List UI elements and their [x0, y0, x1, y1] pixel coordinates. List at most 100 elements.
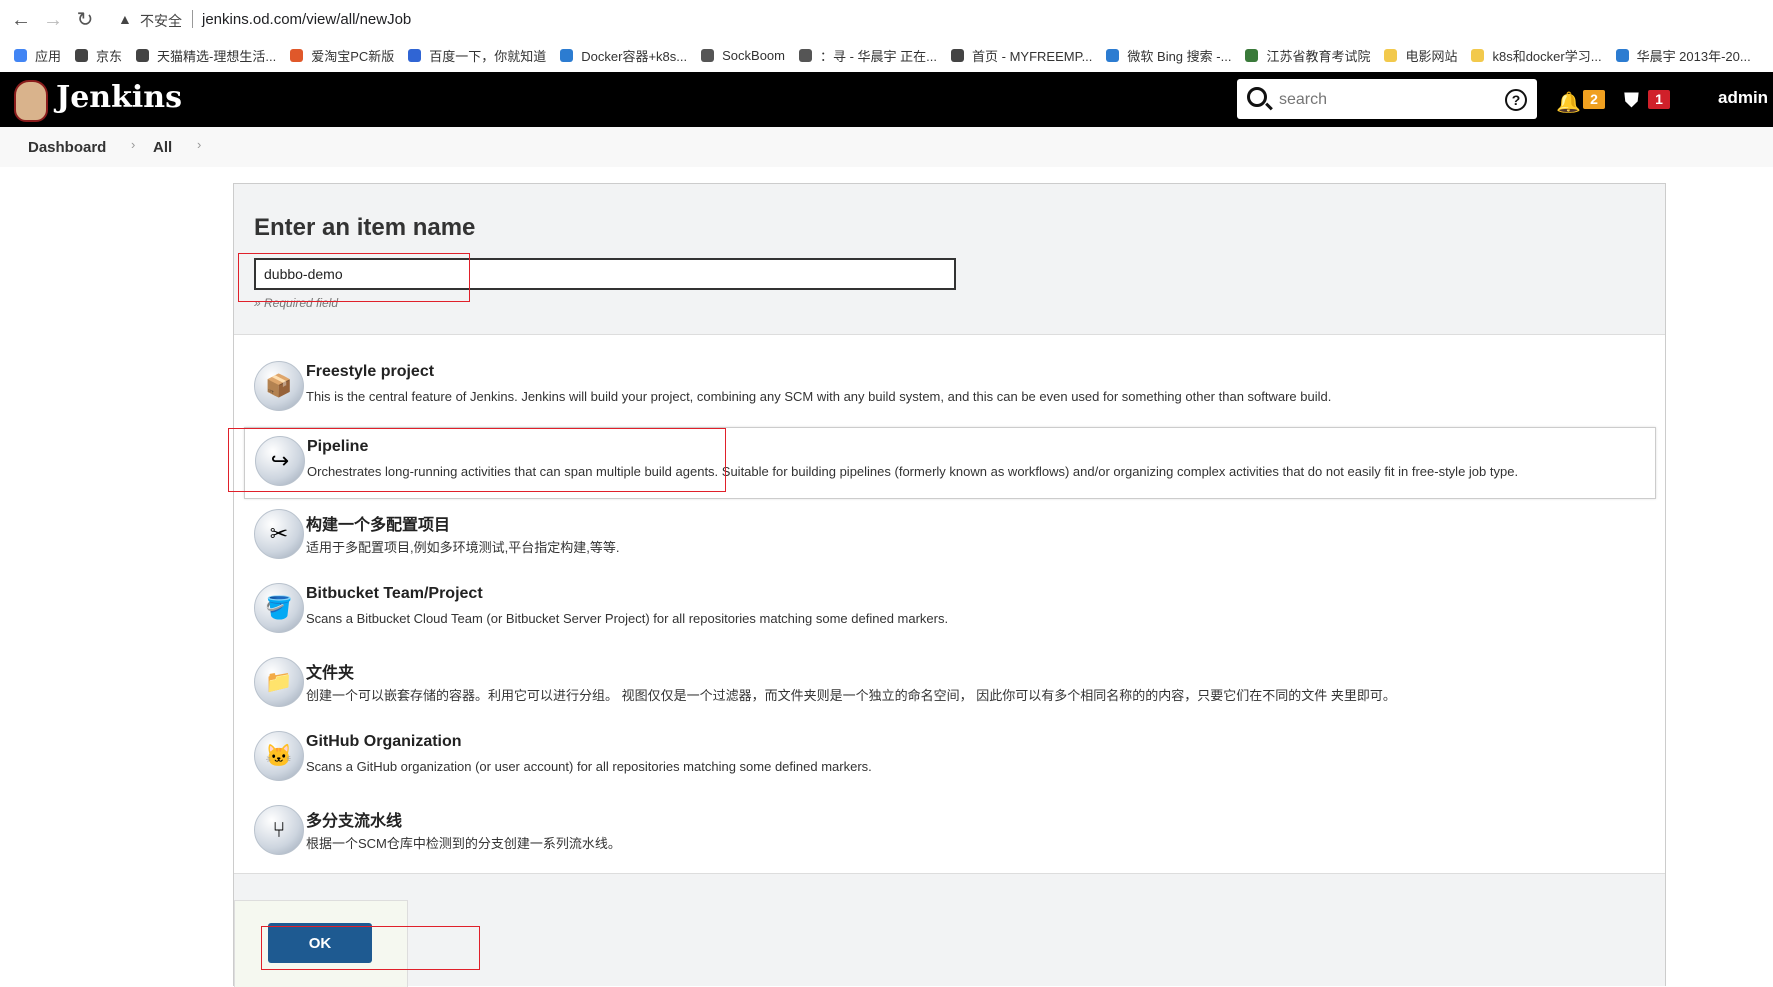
- shield-icon[interactable]: ⛊: [1624, 90, 1639, 113]
- new-item-panel: Enter an item name » Required field 📦Fre…: [233, 183, 1666, 987]
- bookmark-label: 微软 Bing 搜索 -...: [1127, 48, 1232, 64]
- bookmark-icon: [701, 48, 715, 62]
- bookmark-item[interactable]: SockBoom: [701, 48, 785, 63]
- jenkins-logo-icon[interactable]: [14, 80, 48, 122]
- search-icon: [1247, 87, 1267, 107]
- glyph: 📦: [265, 373, 293, 398]
- address-bar: ← → ↻ ▲ 不安全 jenkins.od.com/view/all/newJ…: [0, 0, 1773, 40]
- bookmark-item[interactable]: 微软 Bing 搜索 -...: [1106, 46, 1231, 65]
- bookmark-item[interactable]: 京东: [75, 46, 122, 65]
- bookmark-label: ：寻 - 华晨宇 正在...: [820, 48, 938, 64]
- bookmark-label: 爱淘宝PC新版: [311, 48, 395, 64]
- bookmark-icon: [1615, 48, 1629, 62]
- jenkins-header: Jenkins ? 🔔 2 ⛊ 1 admin: [0, 72, 1773, 127]
- bookmark-item[interactable]: 电影网站: [1384, 46, 1457, 65]
- bookmark-label: SockBoom: [722, 47, 785, 63]
- freestyle-icon: 📦: [254, 361, 304, 411]
- item-type-option[interactable]: 📦 Freestyle project This is the central fe…: [244, 353, 1654, 423]
- bookmark-item[interactable]: Docker容器+k8s...: [560, 46, 687, 65]
- back-icon[interactable]: ←: [10, 9, 32, 31]
- bookmark-icon: [1471, 48, 1485, 62]
- chevron-right-icon[interactable]: ›: [131, 137, 135, 152]
- app-title[interactable]: Jenkins: [56, 80, 182, 115]
- breadcrumb-all[interactable]: All: [153, 139, 172, 156]
- item-type-name: 构建一个多配置项目: [306, 517, 451, 534]
- annotation-box: [238, 253, 470, 302]
- bookmark-icon: [290, 48, 304, 62]
- item-type-description: 创建一个可以嵌套存储的容器。利用它可以进行分组。 视图仅仅是一个过滤器，而文件夹…: [306, 688, 1396, 703]
- bookmark-item[interactable]: 江苏省教育考试院: [1245, 46, 1370, 65]
- reload-icon[interactable]: ↻: [74, 9, 96, 31]
- glyph: ⑂: [272, 817, 286, 842]
- forward-icon[interactable]: →: [42, 9, 64, 31]
- bookmark-item[interactable]: k8s和docker学习...: [1471, 46, 1602, 65]
- folder-icon: 📁: [254, 657, 304, 707]
- item-type-name: Bitbucket Team/Project: [306, 585, 483, 602]
- annotation-box: [228, 428, 726, 492]
- bookmark-icon: [560, 48, 574, 62]
- warning-icon: ▲: [118, 11, 132, 27]
- page-title: Enter an item name: [254, 214, 476, 241]
- item-type-option[interactable]: ⑂ 多分支流水线根据一个SCM仓库中检测到的分支创建一系列流水线。: [244, 797, 1654, 867]
- github-icon: 🐱: [254, 731, 304, 781]
- bookmarks-bar: 应用 京东 天猫精选-理想生活... 爱淘宝PC新版 百度一下，你就知道 Docker容器…: [0, 40, 1773, 70]
- search-box: ?: [1237, 79, 1537, 119]
- multibranch-icon: ⑂: [254, 805, 304, 855]
- item-type-description: 适用于多配置项目,例如多环境测试,平台指定构建,等等.: [306, 540, 620, 555]
- item-type-name: 多分支流水线: [306, 813, 403, 830]
- user-name[interactable]: admin: [1718, 88, 1768, 108]
- multi-config-icon: ✂: [254, 509, 304, 559]
- item-type-option[interactable]: 🐱 GitHub Organization Scans a GitHub organ…: [244, 723, 1654, 793]
- item-type-description: Scans a GitHub organization (or user acc…: [306, 759, 872, 774]
- item-type-option[interactable]: 🪣 Bitbucket Team/Project Scans a Bitbucket…: [244, 575, 1654, 645]
- glyph: 🐱: [265, 743, 293, 768]
- bookmark-item[interactable]: 百度一下，你就知道: [408, 46, 546, 65]
- glyph: 🪣: [265, 595, 293, 620]
- bookmark-label: 百度一下，你就知道: [429, 48, 547, 64]
- item-type-option[interactable]: ✂ 构建一个多配置项目适用于多配置项目,例如多环境测试,平台指定构建,等等.: [244, 501, 1654, 571]
- bookmark-item[interactable]: 天猫精选-理想生活...: [136, 46, 276, 65]
- bookmark-label: 京东: [96, 48, 123, 64]
- bell-icon[interactable]: 🔔: [1556, 90, 1581, 115]
- bookmark-item[interactable]: 首页 - MYFREEMP...: [951, 46, 1092, 65]
- notifications-badge[interactable]: 2: [1583, 90, 1605, 109]
- bookmark-item[interactable]: ：寻 - 华晨宇 正在...: [799, 46, 937, 65]
- url-separator: [192, 10, 193, 28]
- glyph: 📁: [265, 669, 293, 694]
- bookmark-icon: [799, 48, 812, 62]
- bookmark-label: 华晨宇 2013年-20...: [1636, 48, 1751, 64]
- security-badge[interactable]: 1: [1648, 90, 1670, 109]
- chevron-right-icon[interactable]: ›: [197, 137, 201, 152]
- bookmark-label: 应用: [35, 48, 62, 64]
- item-type-option[interactable]: 📁 文件夹 创建一个可以嵌套存储的容器。利用它可以进行分组。 视图仅仅是一个过滤器，…: [244, 649, 1654, 719]
- bookmark-label: 天猫精选-理想生活...: [157, 48, 277, 64]
- bookmark-icon: [14, 48, 27, 62]
- search-input[interactable]: [1277, 87, 1511, 113]
- bookmark-icon: [1384, 48, 1398, 62]
- bitbucket-icon: 🪣: [254, 583, 304, 633]
- breadcrumb-dashboard[interactable]: Dashboard: [28, 139, 106, 156]
- url-text[interactable]: jenkins.od.com/view/all/newJob: [202, 11, 411, 28]
- bookmark-label: 江苏省教育考试院: [1266, 48, 1371, 64]
- item-type-description: 根据一个SCM仓库中检测到的分支创建一系列流水线。: [306, 836, 621, 851]
- item-type-name: Freestyle project: [306, 363, 435, 380]
- item-type-description: This is the central feature of Jenkins. …: [306, 389, 1332, 404]
- bookmark-label: 首页 - MYFREEMP...: [972, 48, 1093, 64]
- breadcrumb: Dashboard › All ›: [0, 127, 1773, 167]
- bookmark-icon: [75, 48, 89, 62]
- glyph: ✂: [269, 521, 289, 546]
- bookmark-icon: [1245, 48, 1259, 62]
- item-type-description: Scans a Bitbucket Cloud Team (or Bitbuck…: [306, 611, 949, 626]
- bookmark-item[interactable]: 爱淘宝PC新版: [290, 46, 394, 65]
- bookmark-icon: [408, 48, 422, 62]
- bookmark-icon: [951, 48, 965, 62]
- help-icon[interactable]: ?: [1505, 89, 1527, 111]
- bookmark-label: Docker容器+k8s...: [581, 48, 688, 64]
- security-label: 不安全: [140, 13, 182, 29]
- bookmark-icon: [136, 48, 150, 62]
- bookmark-item[interactable]: 应用: [14, 46, 61, 65]
- item-type-list: 📦 Freestyle project This is the central fe…: [234, 334, 1665, 874]
- item-type-name: GitHub Organization: [306, 733, 462, 750]
- browser-chrome: ← → ↻ ▲ 不安全 jenkins.od.com/view/all/newJ…: [0, 0, 1773, 72]
- bookmark-item[interactable]: 华晨宇 2013年-20...: [1615, 46, 1751, 65]
